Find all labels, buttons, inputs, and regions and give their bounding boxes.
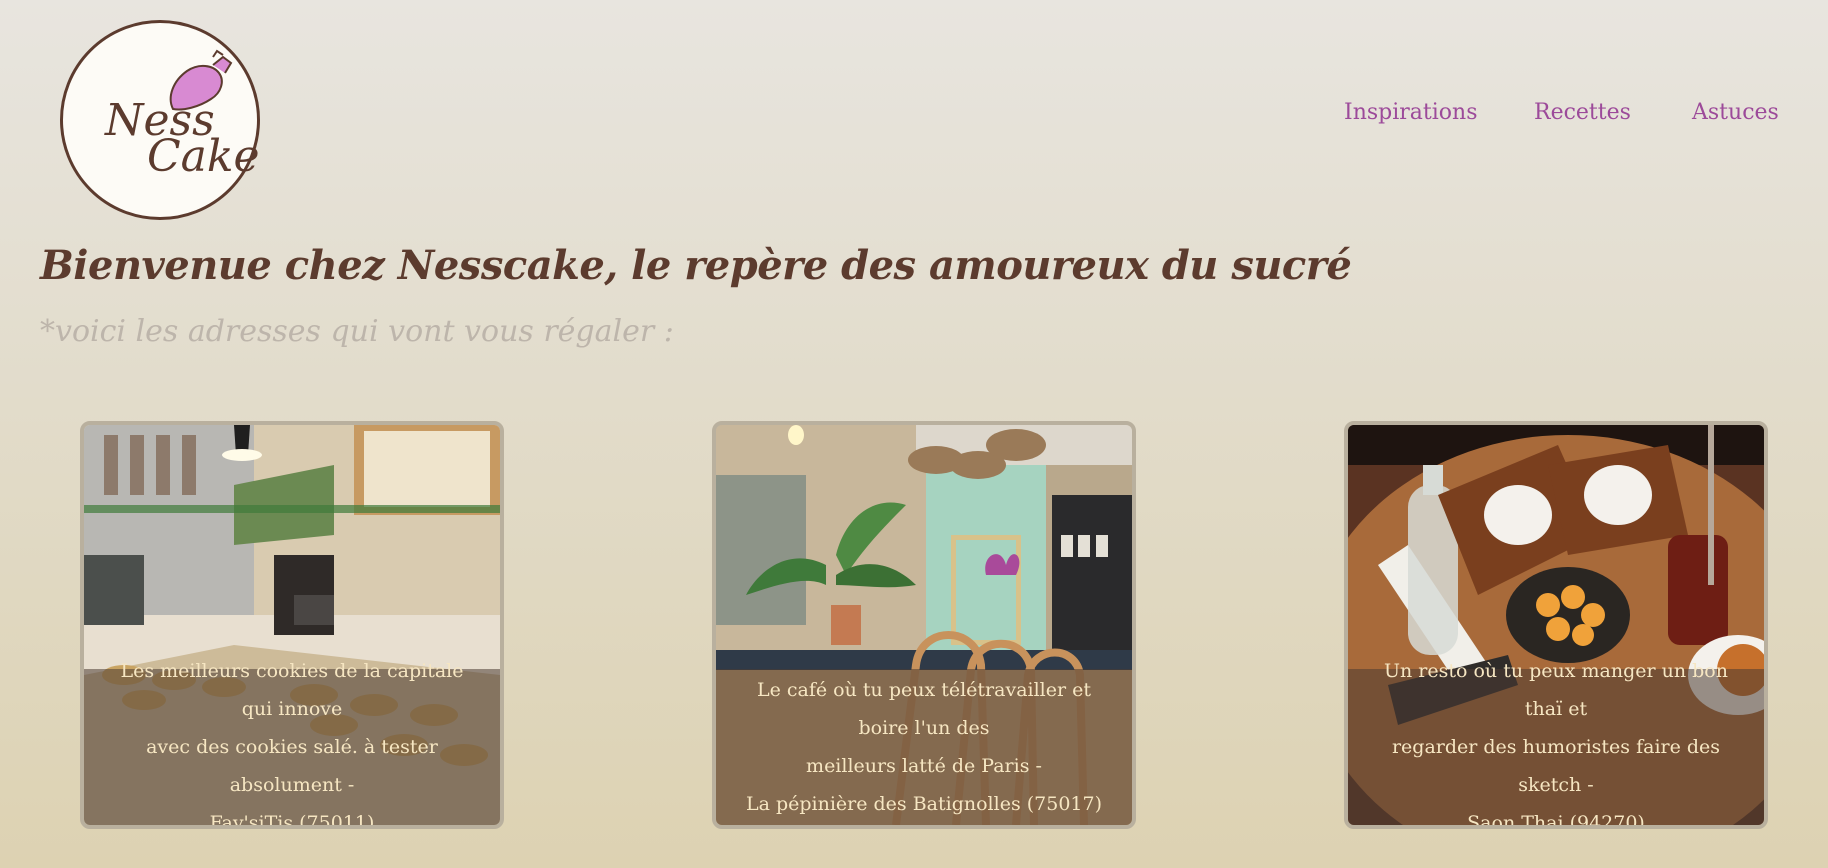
card-caption-line: regarder des humoristes faire des sketch…: [1391, 736, 1721, 796]
address-card-faysitis[interactable]: Les meilleurs cookies de la capitale qui…: [80, 421, 504, 829]
card-caption-line: Les meilleurs cookies de la capitale qui…: [120, 660, 464, 720]
card-caption-line: La pépinière des Batignolles (75017): [745, 793, 1103, 815]
nesscake-logo[interactable]: Ness Cake: [60, 20, 260, 220]
page-title: Bienvenue chez Nesscake, le repère des a…: [40, 242, 1352, 289]
nav-link-astuces[interactable]: Astuces: [1692, 100, 1779, 125]
page-subtitle: *voici les adresses qui vont vous régale…: [40, 314, 674, 349]
card-caption-line: Un resto où tu peux manger un bon thaï e…: [1384, 660, 1728, 720]
logo-text-cake: Cake: [147, 131, 260, 182]
nav-link-inspirations[interactable]: Inspirations: [1344, 100, 1477, 125]
card-caption-line: Saon Thai (94270): [1467, 812, 1645, 829]
card-caption-line: avec des cookies salé. à tester absolume…: [146, 736, 438, 796]
card-caption-line: meilleurs latté de Paris -: [806, 755, 1042, 777]
card-caption-line: Fay'siTis (75011): [209, 812, 375, 829]
address-card-saon-thai[interactable]: Un resto où tu peux manger un bon thaï e…: [1344, 421, 1768, 829]
card-caption: Les meilleurs cookies de la capitale qui…: [84, 660, 500, 825]
address-card-pepiniere-batignolles[interactable]: Le café où tu peux télétravailler et boi…: [712, 421, 1136, 829]
card-caption: Un resto où tu peux manger un bon thaï e…: [1348, 660, 1764, 825]
card-caption: Le café où tu peux télétravailler et boi…: [716, 669, 1132, 825]
nav-link-recettes[interactable]: Recettes: [1534, 100, 1631, 125]
card-caption-line: Le café où tu peux télétravailler et boi…: [757, 679, 1091, 739]
